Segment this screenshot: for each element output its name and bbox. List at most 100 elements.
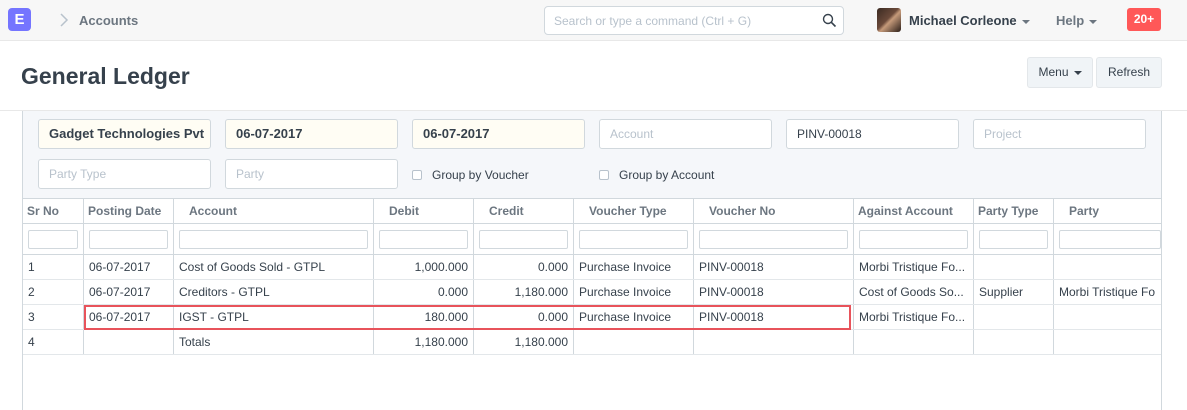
refresh-button[interactable]: Refresh	[1096, 57, 1162, 88]
report-area: Gadget Technologies Pvt 06-07-2017 06-07…	[22, 111, 1162, 410]
table-cell	[974, 330, 1054, 354]
table-row[interactable]: 2 06-07-2017 Creditors - GTPL 0.000 1,18…	[23, 280, 1161, 305]
party-type-field[interactable]: Party Type	[38, 159, 211, 189]
table-cell: 2	[23, 280, 84, 304]
filter-cell	[1054, 224, 1161, 254]
table-row[interactable]: 1 06-07-2017 Cost of Goods Sold - GTPL 1…	[23, 255, 1161, 280]
table-cell: 1,000.000	[374, 255, 474, 279]
column-filter-input[interactable]	[859, 230, 968, 249]
table-cell: Totals	[174, 330, 374, 354]
menu-label: Menu	[1038, 65, 1069, 79]
help-menu[interactable]: Help	[1056, 13, 1098, 28]
table-cell: PINV-00018	[694, 305, 854, 329]
checkbox-icon	[599, 170, 609, 180]
filter-section: Gadget Technologies Pvt 06-07-2017 06-07…	[23, 111, 1161, 199]
column-header[interactable]: Party	[1054, 199, 1161, 223]
user-menu[interactable]: Michael Corleone	[909, 13, 1030, 28]
column-header[interactable]: Debit	[374, 199, 474, 223]
table-cell	[1054, 305, 1161, 329]
table-cell: 0.000	[474, 255, 574, 279]
table-cell: Purchase Invoice	[574, 255, 694, 279]
caret-down-icon	[1073, 70, 1082, 75]
table-row[interactable]: 3 06-07-2017 IGST - GTPL 180.000 0.000 P…	[23, 305, 1161, 330]
page-head: General Ledger Menu Refresh	[0, 41, 1187, 111]
column-header[interactable]: Posting Date	[84, 199, 174, 223]
to-date-field[interactable]: 06-07-2017	[412, 119, 585, 149]
table-cell: Morbi Tristique Fo	[1059, 285, 1156, 299]
chevron-right-icon	[60, 13, 69, 27]
table-cell	[574, 330, 694, 354]
table-cell: 0.000	[374, 280, 474, 304]
table-cell: Supplier	[974, 280, 1054, 304]
column-filter-input[interactable]	[479, 230, 568, 249]
account-field[interactable]: Account	[599, 119, 772, 149]
table-cell	[974, 305, 1054, 329]
table-cell: 3	[23, 305, 84, 329]
table-cell: PINV-00018	[694, 280, 854, 304]
table-cell: Cost of Goods So...	[854, 280, 974, 304]
navbar: E Accounts Search or type a command (Ctr…	[0, 0, 1187, 41]
table-cell: Creditors - GTPL	[174, 280, 374, 304]
column-header[interactable]: Voucher Type	[574, 199, 694, 223]
column-filter-input[interactable]	[379, 230, 468, 249]
app-logo[interactable]: E	[8, 8, 31, 31]
filter-cell	[974, 224, 1054, 254]
filter-cell	[854, 224, 974, 254]
group-by-voucher-label: Group by Voucher	[432, 168, 529, 182]
column-filter-input[interactable]	[28, 230, 78, 249]
group-by-account-label: Group by Account	[619, 168, 715, 182]
table-cell: Cost of Goods Sold - GTPL	[174, 255, 374, 279]
avatar[interactable]	[877, 8, 901, 32]
column-filter-input[interactable]	[1059, 230, 1161, 249]
column-header[interactable]: Against Account	[854, 199, 974, 223]
column-header[interactable]: Party Type	[974, 199, 1054, 223]
table-cell	[694, 330, 854, 354]
table-cell: 1	[23, 255, 84, 279]
notification-badge[interactable]: 20+	[1127, 8, 1161, 31]
voucher-no-field[interactable]: PINV-00018	[786, 119, 959, 149]
column-filter-input[interactable]	[89, 230, 168, 249]
caret-down-icon	[1021, 19, 1030, 24]
search-input[interactable]: Search or type a command (Ctrl + G)	[544, 6, 844, 35]
column-header[interactable]: Voucher No	[694, 199, 854, 223]
filter-cell	[174, 224, 374, 254]
filter-cell	[694, 224, 854, 254]
table-cell: 4	[23, 330, 84, 354]
column-filter-input[interactable]	[699, 230, 848, 249]
column-header[interactable]: Account	[174, 199, 374, 223]
column-header[interactable]: Sr No	[23, 199, 84, 223]
filter-cell	[23, 224, 84, 254]
project-field[interactable]: Project	[973, 119, 1146, 149]
table-cell: Purchase Invoice	[574, 280, 694, 304]
breadcrumb-accounts[interactable]: Accounts	[79, 13, 138, 28]
table-cell: Morbi Tristique Fo...	[854, 305, 974, 329]
column-header[interactable]: Credit	[474, 199, 574, 223]
party-field[interactable]: Party	[225, 159, 398, 189]
menu-button[interactable]: Menu	[1027, 57, 1093, 88]
column-filter-input[interactable]	[979, 230, 1048, 249]
column-filter-input[interactable]	[179, 230, 368, 249]
table-cell: 1,180.000	[474, 330, 574, 354]
group-by-voucher-checkbox[interactable]: Group by Voucher	[412, 168, 529, 182]
from-date-field[interactable]: 06-07-2017	[225, 119, 398, 149]
table-cell: 1,180.000	[374, 330, 474, 354]
search-icon	[822, 13, 837, 28]
filter-row	[23, 224, 1161, 255]
table-cell	[84, 330, 174, 354]
table-cell: 180.000	[374, 305, 474, 329]
table-cell	[1054, 330, 1161, 354]
filter-cell	[84, 224, 174, 254]
table-cell: 1,180.000	[474, 280, 574, 304]
user-name: Michael Corleone	[909, 13, 1017, 28]
table-cell: IGST - GTPL	[174, 305, 374, 329]
column-filter-input[interactable]	[579, 230, 688, 249]
table-cell: Purchase Invoice	[574, 305, 694, 329]
group-by-account-checkbox[interactable]: Group by Account	[599, 168, 714, 182]
totals-row[interactable]: 4 Totals 1,180.000 1,180.000	[23, 330, 1161, 355]
company-field[interactable]: Gadget Technologies Pvt	[38, 119, 211, 149]
table-cell: 0.000	[474, 305, 574, 329]
page-title: General Ledger	[21, 63, 190, 89]
help-label: Help	[1056, 13, 1085, 28]
filter-cell	[474, 224, 574, 254]
filter-cell	[574, 224, 694, 254]
